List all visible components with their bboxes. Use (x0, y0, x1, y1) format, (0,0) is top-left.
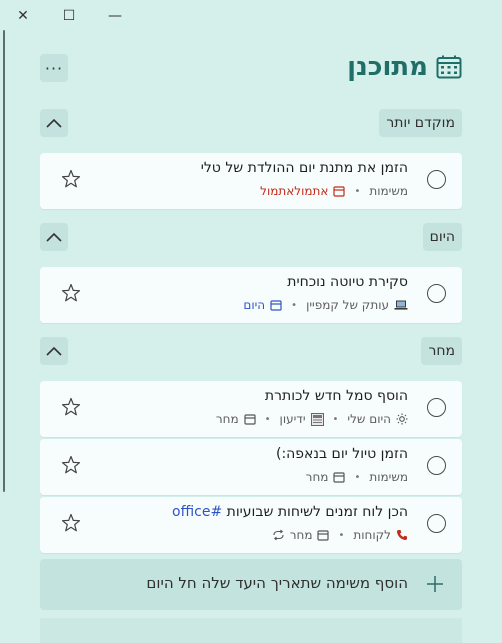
task-due-date: מחר (289, 528, 313, 542)
collapse-earlier-button[interactable] (40, 109, 68, 137)
minimize-icon: — (108, 8, 122, 24)
complete-task-checkbox[interactable] (427, 514, 446, 533)
task-title-text: הכן לוח זמנים לשיחות שבועיות (226, 504, 408, 520)
task-meta: לקוחות • מחר (272, 528, 408, 542)
close-icon: ✕ (17, 8, 29, 24)
separator-dot: • (354, 471, 361, 483)
maximize-window-button[interactable]: ☐ (54, 3, 84, 29)
star-icon[interactable] (60, 454, 82, 476)
minimize-window-button[interactable]: — (100, 3, 130, 29)
laptop-icon (394, 300, 408, 310)
task-list-name: עותק של קמפיין (306, 298, 389, 312)
star-icon[interactable] (60, 512, 82, 534)
task-item[interactable]: הוסף סמל חדש לכותרת היום שלי • ידיעון • … (40, 381, 462, 437)
star-icon[interactable] (60, 396, 82, 418)
task-title: הזמן את מתנת יום ההולדת של טלי (200, 160, 408, 176)
chevron-up-icon (46, 118, 62, 128)
bottom-strip (40, 618, 462, 643)
more-icon: ··· (44, 58, 64, 78)
section-label[interactable]: היום (422, 223, 462, 251)
plus-icon (427, 576, 443, 592)
separator-dot: • (332, 413, 339, 425)
collapse-tomorrow-button[interactable] (40, 337, 68, 365)
task-list-name: היום שלי (347, 412, 391, 426)
calendar-icon (270, 300, 282, 311)
complete-task-checkbox[interactable] (427, 456, 446, 475)
calendar-grid-icon (436, 55, 462, 79)
section-today-header: היום (40, 223, 462, 251)
newsletter-icon (310, 412, 324, 426)
collapse-today-button[interactable] (40, 223, 68, 251)
separator-dot: • (291, 299, 298, 311)
star-icon[interactable] (60, 282, 82, 304)
task-due-date: אתמולאתמול (260, 184, 329, 198)
separator-dot: • (354, 185, 361, 197)
phone-icon (397, 530, 407, 540)
calendar-icon (333, 472, 346, 483)
task-item[interactable]: הזמן טיול יום בנאפה:) משימות • מחר (40, 439, 462, 495)
task-due-date: מחר (305, 470, 329, 484)
task-item[interactable]: הכן לוח זמנים לשיחות שבועיות #office לקו… (40, 497, 462, 553)
chevron-up-icon (46, 346, 62, 356)
task-meta: היום שלי • ידיעון • מחר (216, 412, 408, 426)
complete-task-checkbox[interactable] (427, 170, 446, 189)
task-title: סקירת טיוטה נוכחית (287, 274, 408, 290)
close-window-button[interactable]: ✕ (8, 3, 38, 29)
calendar-icon (244, 414, 256, 425)
task-item[interactable]: הזמן את מתנת יום ההולדת של טלי משימות • … (40, 153, 462, 209)
task-list-name-secondary: ידיעון (279, 412, 306, 426)
task-title: הכן לוח זמנים לשיחות שבועיות #office (172, 504, 408, 520)
calendar-icon (333, 186, 346, 197)
task-list-name: משימות (369, 184, 408, 198)
star-icon[interactable] (60, 168, 82, 190)
task-item[interactable]: סקירת טיוטה נוכחית עותק של קמפיין • היום (40, 267, 462, 323)
task-hashtag[interactable]: #office (172, 504, 222, 520)
sun-icon (396, 413, 408, 425)
task-title: הזמן טיול יום בנאפה:) (275, 446, 408, 462)
separator-dot: • (264, 413, 271, 425)
title-bar: ✕ ☐ — (0, 0, 502, 32)
repeat-icon (273, 529, 284, 541)
chevron-up-icon (46, 232, 62, 242)
complete-task-checkbox[interactable] (427, 284, 446, 303)
page-header: ··· מתוכנן (40, 52, 462, 88)
add-task-button[interactable]: הוסף משימה שתאריך היעד שלה חל היום (40, 559, 462, 610)
separator-dot: • (338, 529, 345, 541)
section-earlier-header: מוקדם יותר (40, 109, 462, 137)
page-title: מתוכנן (347, 52, 428, 82)
task-due-date: היום (243, 298, 266, 312)
section-label[interactable]: מחר (421, 337, 462, 365)
title-wrap: מתוכנן (347, 52, 462, 82)
task-due-date: מחר (215, 412, 239, 426)
section-tomorrow-header: מחר (40, 337, 462, 365)
task-meta: משימות • מחר (306, 470, 408, 484)
task-title: הוסף סמל חדש לכותרת (264, 388, 408, 404)
more-options-button[interactable]: ··· (40, 54, 68, 82)
complete-task-checkbox[interactable] (427, 398, 446, 417)
task-list-name: משימות (369, 470, 408, 484)
maximize-icon: ☐ (62, 8, 76, 24)
section-label[interactable]: מוקדם יותר (379, 109, 462, 137)
add-task-label: הוסף משימה שתאריך היעד שלה חל היום (146, 574, 408, 592)
scrollbar[interactable] (3, 30, 5, 492)
task-meta: משימות • אתמולאתמול (260, 184, 408, 198)
task-list-name: לקוחות (353, 528, 391, 542)
calendar-icon (317, 530, 330, 541)
task-meta: עותק של קמפיין • היום (243, 298, 408, 312)
